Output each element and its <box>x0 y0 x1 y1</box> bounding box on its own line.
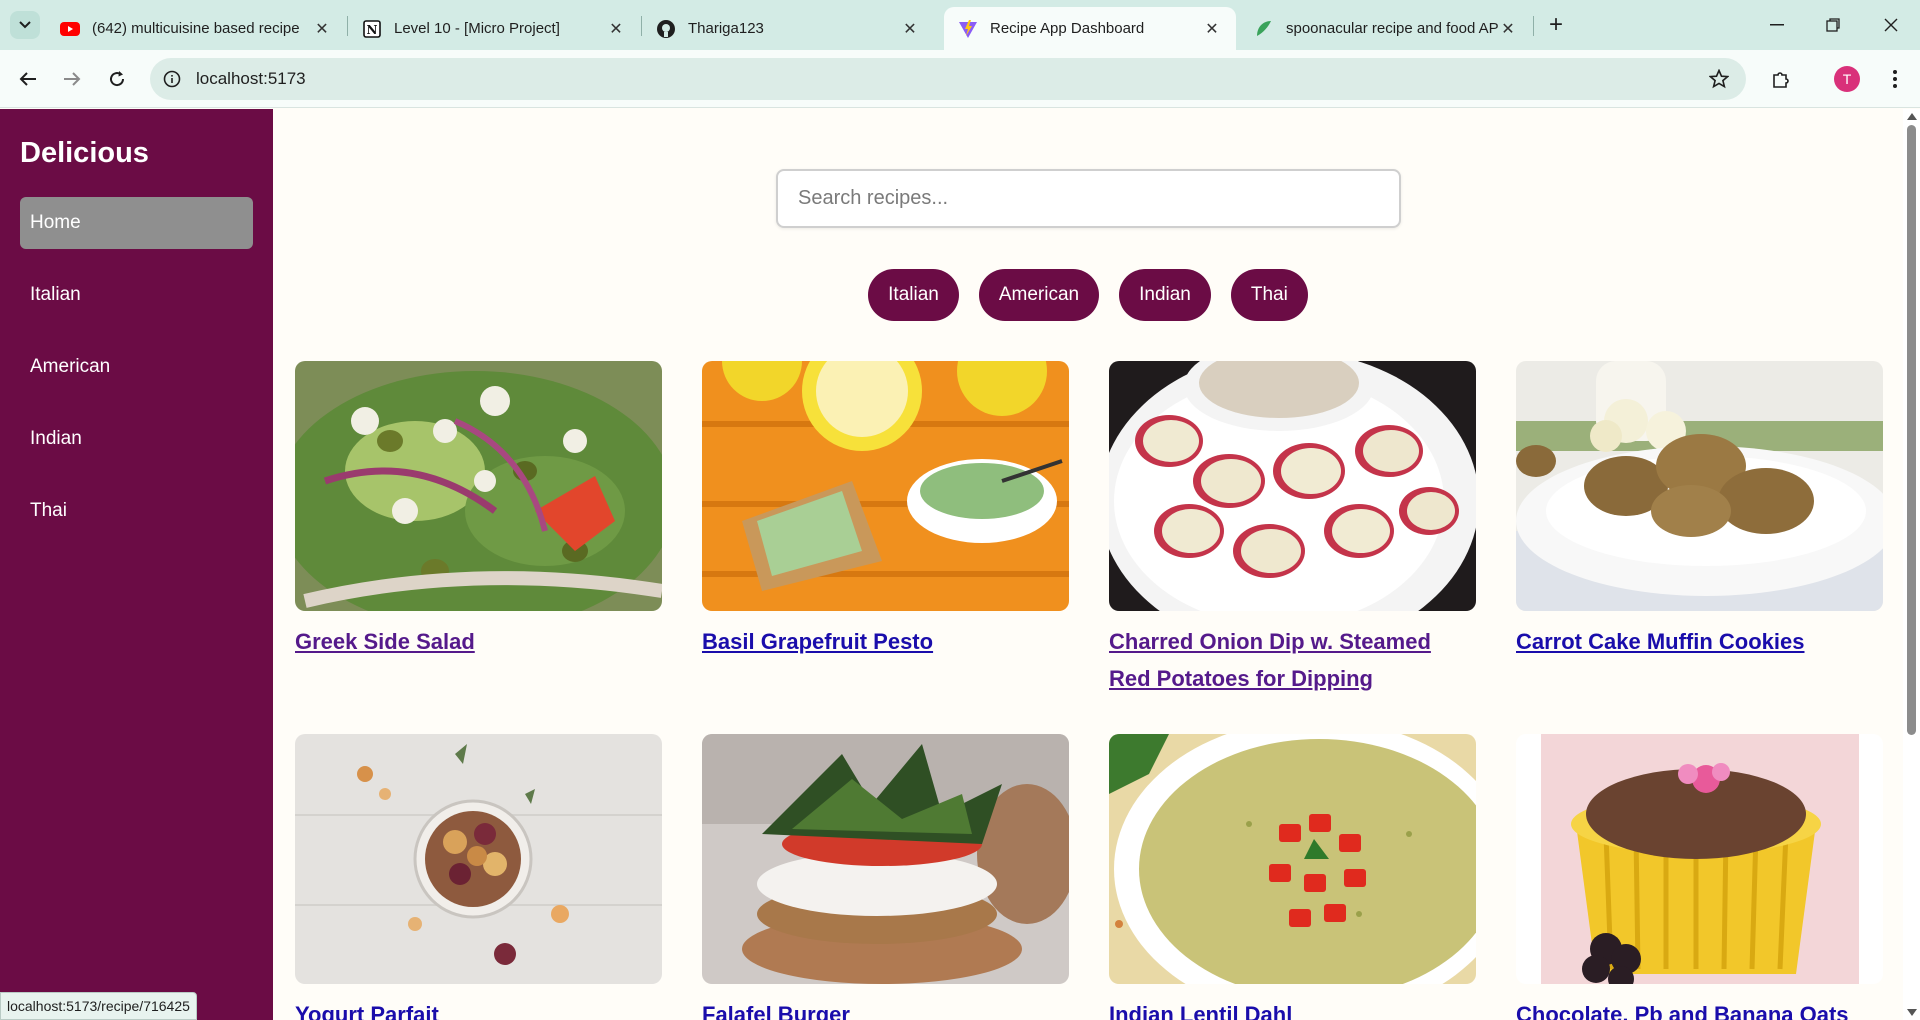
recipe-image-basil-pesto[interactable] <box>702 361 1069 611</box>
recipe-title-link[interactable]: Yogurt Parfait <box>295 996 662 1020</box>
restore-icon <box>1826 18 1840 32</box>
tab-search-button[interactable] <box>10 11 40 39</box>
close-icon[interactable]: ✕ <box>900 19 920 39</box>
tab-title: Recipe App Dashboard <box>990 20 1145 37</box>
close-icon[interactable]: ✕ <box>1202 19 1222 39</box>
reload-icon <box>110 71 125 87</box>
vite-icon <box>958 19 978 39</box>
kebab-menu-icon <box>1893 70 1897 88</box>
back-button[interactable] <box>12 63 44 95</box>
github-icon <box>656 19 676 39</box>
filter-chip-american[interactable]: American <box>978 269 1100 321</box>
close-icon[interactable]: ✕ <box>606 19 626 39</box>
profile-avatar[interactable]: T <box>1834 66 1860 92</box>
recipe-image-yogurt-parfait[interactable] <box>295 734 662 984</box>
sidebar: Delicious Home Italian American Indian T… <box>0 109 273 1020</box>
scrollbar-thumb[interactable] <box>1907 125 1916 735</box>
close-icon <box>1884 18 1898 32</box>
notion-icon: N <box>362 19 382 39</box>
filter-chip-italian[interactable]: Italian <box>868 269 959 321</box>
browser-menu-button[interactable] <box>1880 64 1910 94</box>
recipe-image-lentil-dahl[interactable] <box>1109 734 1476 984</box>
recipe-card[interactable]: Basil Grapefruit Pesto <box>702 361 1069 660</box>
recipe-title-link[interactable]: Greek Side Salad <box>295 623 662 660</box>
tab-separator <box>1533 16 1534 36</box>
new-tab-button[interactable]: + <box>1543 11 1569 38</box>
arrow-left-icon <box>19 72 36 86</box>
filter-chip-indian[interactable]: Indian <box>1119 269 1211 321</box>
sidebar-item-thai[interactable]: Thai <box>20 485 253 537</box>
forward-button[interactable] <box>56 63 88 95</box>
filter-chip-thai[interactable]: Thai <box>1230 269 1308 321</box>
recipe-card[interactable]: Yogurt Parfait <box>295 734 662 1020</box>
recipe-image-onion-dip[interactable] <box>1109 361 1476 611</box>
recipe-card[interactable]: Carrot Cake Muffin Cookies <box>1516 361 1883 660</box>
scroll-up-arrow-icon[interactable] <box>1907 113 1917 120</box>
sidebar-item-indian[interactable]: Indian <box>20 413 253 465</box>
url-text: localhost:5173 <box>196 69 306 88</box>
tab-youtube[interactable]: (642) multicuisine based recipe ✕ <box>46 7 346 50</box>
reload-button[interactable] <box>101 63 133 95</box>
recipe-image-greek-salad[interactable] <box>295 361 662 611</box>
tab-title: Level 10 - [Micro Project] <box>394 20 560 37</box>
recipe-title-link[interactable]: Charred Onion Dip w. Steamed Red Potatoe… <box>1109 623 1476 697</box>
svg-text:N: N <box>367 23 378 37</box>
window-close-button[interactable] <box>1876 10 1906 40</box>
recipe-title-link[interactable]: Indian Lentil Dahl <box>1109 996 1476 1020</box>
recipe-card[interactable]: Chocolate, Pb and Banana Oats <box>1516 734 1883 1020</box>
tab-title: (642) multicuisine based recipe <box>92 20 300 37</box>
puzzle-icon <box>1773 72 1789 88</box>
search-input[interactable] <box>776 169 1401 228</box>
main-content: Italian American Indian Thai Greek Side … <box>273 109 1903 1020</box>
address-bar[interactable]: localhost:5173 <box>150 58 1746 100</box>
recipe-title-link[interactable]: Carrot Cake Muffin Cookies <box>1516 623 1883 660</box>
tab-title: Thariga123 <box>688 20 764 37</box>
close-icon[interactable]: ✕ <box>1498 19 1518 39</box>
brand-logo-text: Delicious <box>20 137 149 169</box>
recipe-image-chocolate-oats[interactable] <box>1516 734 1883 984</box>
spoonacular-icon <box>1254 19 1274 39</box>
tab-title: spoonacular recipe and food AP <box>1286 20 1498 37</box>
arrow-right-icon <box>64 72 81 86</box>
site-info-icon[interactable] <box>162 69 182 89</box>
chevron-down-icon <box>19 21 31 29</box>
sidebar-item-home[interactable]: Home <box>20 197 253 249</box>
tab-spoonacular[interactable]: spoonacular recipe and food AP ✕ <box>1240 7 1532 50</box>
sidebar-item-italian[interactable]: Italian <box>20 269 253 321</box>
recipe-card[interactable]: Greek Side Salad <box>295 361 662 660</box>
bookmark-star-icon[interactable] <box>1708 68 1730 90</box>
tab-recipe-app[interactable]: Recipe App Dashboard ✕ <box>944 7 1236 50</box>
sidebar-item-american[interactable]: American <box>20 341 253 393</box>
tab-notion[interactable]: N Level 10 - [Micro Project] ✕ <box>348 7 640 50</box>
recipe-image-falafel-burger[interactable] <box>702 734 1069 984</box>
minimize-button[interactable] <box>1762 10 1792 40</box>
cuisine-filter-bar: Italian American Indian Thai <box>273 269 1903 321</box>
browser-tab-bar: (642) multicuisine based recipe ✕ N Leve… <box>0 0 1920 50</box>
recipe-card[interactable]: Falafel Burger <box>702 734 1069 1020</box>
restore-button[interactable] <box>1818 10 1848 40</box>
recipe-title-link[interactable]: Basil Grapefruit Pesto <box>702 623 1069 660</box>
youtube-icon <box>60 19 80 39</box>
recipe-title-link[interactable]: Falafel Burger <box>702 996 1069 1020</box>
scroll-down-arrow-icon[interactable] <box>1907 1009 1917 1016</box>
recipe-image-carrot-cookies[interactable] <box>1516 361 1883 611</box>
browser-toolbar: localhost:5173 T <box>0 50 1920 108</box>
recipe-card[interactable]: Charred Onion Dip w. Steamed Red Potatoe… <box>1109 361 1476 697</box>
recipe-title-link[interactable]: Chocolate, Pb and Banana Oats <box>1516 996 1883 1020</box>
minimize-icon <box>1770 24 1784 26</box>
recipe-card[interactable]: Indian Lentil Dahl <box>1109 734 1476 1020</box>
close-icon[interactable]: ✕ <box>312 19 332 39</box>
page-scrollbar[interactable] <box>1903 109 1920 1020</box>
tab-github[interactable]: Thariga123 ✕ <box>642 7 934 50</box>
extensions-button[interactable] <box>1766 64 1796 94</box>
link-status-bubble: localhost:5173/recipe/716425 <box>0 992 197 1020</box>
